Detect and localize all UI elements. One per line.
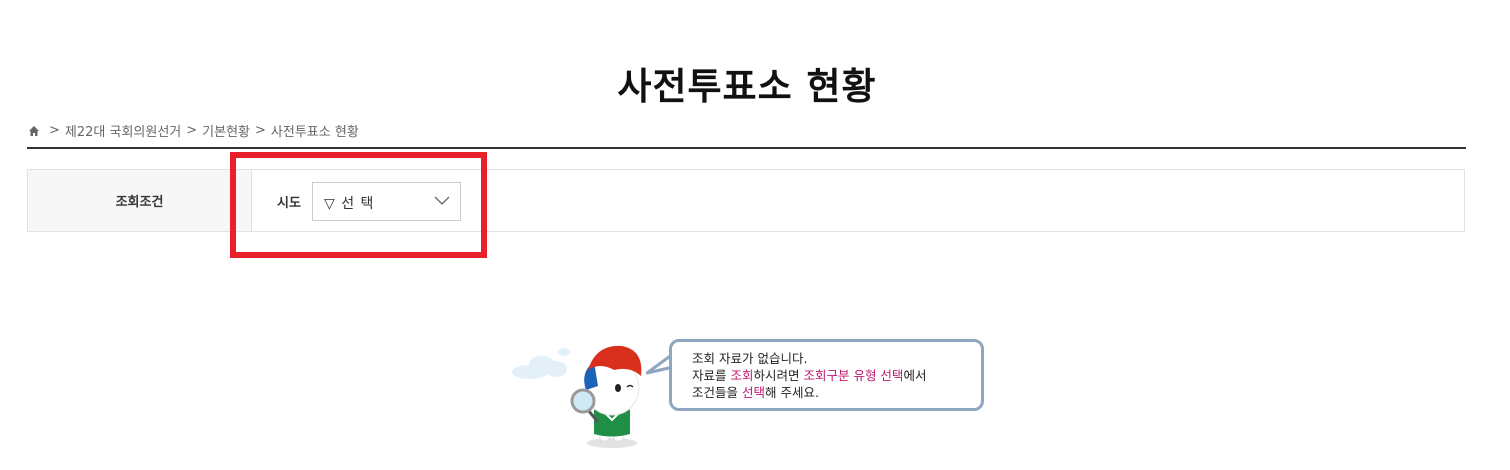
highlight-text: 선택 bbox=[741, 385, 765, 400]
search-condition-box: 조회조건 시도 ▽ 선 택 bbox=[27, 169, 1465, 232]
breadcrumb: > 제22대 국회의원선거 > 기본현황 > 사전투표소 현황 bbox=[28, 121, 359, 140]
chevron-down-icon bbox=[434, 196, 450, 205]
empty-state-line-2: 자료를 조회하시려면 조회구분 유형 선택에서 bbox=[692, 367, 926, 384]
text-segment: 해 주세요. bbox=[765, 385, 819, 400]
text-segment: 에서 bbox=[903, 368, 927, 383]
breadcrumb-separator: > bbox=[255, 123, 266, 138]
empty-state-line-3: 조건들을 선택해 주세요. bbox=[692, 384, 926, 401]
page-title: 사전투표소 현황 bbox=[617, 65, 877, 108]
empty-state-line-1: 조회 자료가 없습니다. bbox=[692, 351, 808, 366]
page: 사전투표소 현황 > 제22대 국회의원선거 > 기본현황 > 사전투표소 현황… bbox=[0, 0, 1510, 470]
home-icon[interactable] bbox=[28, 125, 40, 137]
mascot-illustration: ✕ bbox=[512, 345, 642, 448]
breadcrumb-item-basic-status[interactable]: 기본현황 bbox=[202, 121, 250, 140]
search-condition-label: 조회조건 bbox=[28, 170, 252, 231]
text-segment: 자료를 bbox=[692, 368, 731, 383]
region-label: 시도 bbox=[277, 196, 301, 211]
breadcrumb-separator: > bbox=[49, 123, 60, 138]
text-segment: 조건들을 bbox=[692, 385, 742, 400]
empty-state-text: 조회 자료가 없습니다. 자료를 조회하시려면 조회구분 유형 선택에서 조건들… bbox=[692, 350, 926, 401]
region-select-value: ▽ 선 택 bbox=[324, 196, 375, 212]
empty-state-message: 조회 자료가 없습니다. 자료를 조회하시려면 조회구분 유형 선택에서 조건들… bbox=[669, 339, 984, 411]
cloud-icon bbox=[512, 348, 570, 379]
breadcrumb-item-election[interactable]: 제22대 국회의원선거 bbox=[65, 121, 181, 140]
title-divider bbox=[27, 147, 1466, 149]
text-segment: 하시려면 bbox=[753, 368, 804, 383]
breadcrumb-item-current[interactable]: 사전투표소 현황 bbox=[271, 121, 359, 140]
breadcrumb-separator: > bbox=[186, 123, 198, 138]
region-select[interactable]: ▽ 선 택 bbox=[312, 182, 461, 221]
highlight-text: 조회 bbox=[730, 368, 754, 383]
highlight-text: 조회구분 유형 선택 bbox=[803, 368, 904, 383]
